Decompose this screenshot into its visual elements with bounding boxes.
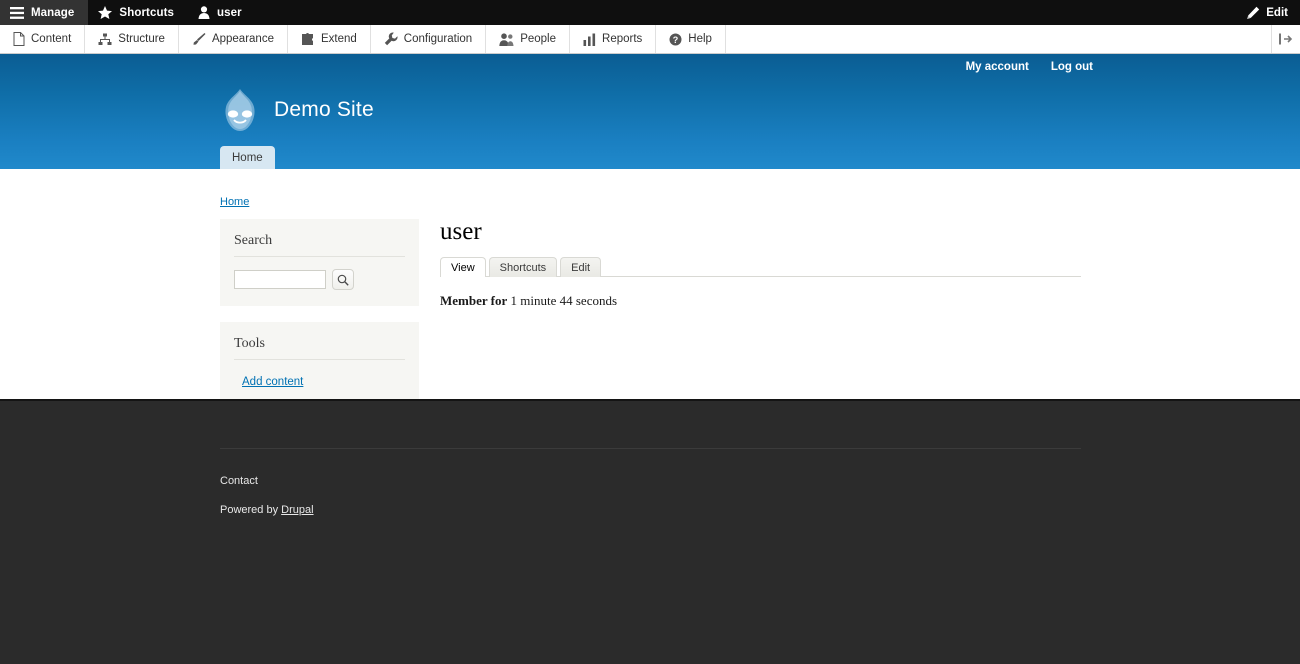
member-for-line: Member for 1 minute 44 seconds [440, 293, 1081, 309]
admin-menu-bar: Content Structure Appearance Ext [0, 25, 1300, 54]
admin-menu-item-structure[interactable]: Structure [85, 25, 179, 53]
admin-menu-item-help-label: Help [688, 33, 712, 45]
site-name: Demo Site [274, 98, 374, 122]
admin-menu-item-people-label: People [520, 33, 556, 45]
block-tools-title: Tools [234, 336, 405, 360]
add-content-link[interactable]: Add content [242, 376, 303, 388]
sidebar-first: Search Tools Add content [220, 219, 419, 422]
admin-menu-item-people[interactable]: People [486, 25, 570, 53]
contact-link[interactable]: Contact [220, 475, 258, 487]
toolbar-tab-manage-label: Manage [31, 7, 74, 19]
tab-shortcuts[interactable]: Shortcuts [489, 257, 557, 277]
puzzle-piece-icon [301, 32, 315, 46]
toolbar-tab-shortcuts[interactable]: Shortcuts [88, 0, 188, 25]
block-search-title: Search [234, 233, 405, 257]
magnifier-icon [337, 274, 349, 286]
site-header: My account Log out Demo Site Home [0, 54, 1300, 169]
toolbar-tab-user-label: user [217, 7, 242, 19]
nav-tab-home-label: Home [232, 152, 263, 164]
account-links: My account Log out [966, 54, 1300, 80]
tab-edit[interactable]: Edit [560, 257, 601, 277]
block-search: Search [220, 219, 419, 306]
footer-content: Contact Powered by Drupal [220, 448, 1081, 516]
bar-chart-icon [583, 33, 596, 46]
search-submit-button[interactable] [332, 269, 354, 290]
main-navigation: Home [220, 146, 275, 169]
member-for-value: 1 minute 44 seconds [511, 293, 618, 308]
nav-tab-home[interactable]: Home [220, 146, 275, 169]
toolbar-spacer [256, 0, 1235, 25]
main-content: user View Shortcuts Edit Member for 1 mi… [440, 219, 1081, 309]
toolbar-tab-manage[interactable]: Manage [0, 0, 88, 25]
log-out-link[interactable]: Log out [1051, 61, 1093, 73]
tab-shortcuts-label: Shortcuts [500, 262, 546, 274]
site-footer: Contact Powered by Drupal [0, 399, 1300, 664]
sitemap-icon [98, 33, 112, 46]
wrench-icon [384, 32, 398, 46]
member-for-label: Member for [440, 293, 507, 308]
admin-menu-item-content[interactable]: Content [0, 25, 85, 53]
search-input[interactable] [234, 270, 326, 289]
toolbar-edit-label: Edit [1266, 7, 1288, 19]
svg-text:?: ? [673, 35, 679, 45]
paintbrush-icon [192, 32, 206, 46]
breadcrumb: Home [220, 196, 249, 208]
search-form [234, 269, 405, 290]
powered-by-prefix: Powered by [220, 504, 278, 516]
pencil-icon [1246, 6, 1260, 20]
question-mark-icon: ? [669, 33, 682, 46]
admin-menu-item-appearance[interactable]: Appearance [179, 25, 288, 53]
site-branding[interactable]: Demo Site [220, 87, 374, 133]
my-account-link[interactable]: My account [966, 61, 1029, 73]
content-tabs: View Shortcuts Edit [440, 256, 1081, 277]
people-icon [499, 33, 514, 46]
breadcrumb-item-home[interactable]: Home [220, 196, 249, 208]
admin-menu-item-structure-label: Structure [118, 33, 165, 45]
admin-menu-item-content-label: Content [31, 33, 71, 45]
page-title: user [440, 219, 1081, 244]
toolbar-orientation-icon[interactable] [1272, 25, 1300, 53]
toolbar-tab-shortcuts-label: Shortcuts [119, 7, 174, 19]
tab-edit-label: Edit [571, 262, 590, 274]
star-icon [98, 6, 112, 19]
block-tools: Tools Add content [220, 322, 419, 406]
admin-menu-item-appearance-label: Appearance [212, 33, 274, 45]
person-icon [198, 6, 210, 19]
tab-view[interactable]: View [440, 257, 486, 277]
drupal-droplet-logo [220, 87, 260, 133]
admin-menu-item-reports-label: Reports [602, 33, 642, 45]
admin-menu-item-reports[interactable]: Reports [570, 25, 656, 53]
toolbar-tab-user[interactable]: user [188, 0, 256, 25]
page-body: Home Search Tools [0, 169, 1300, 399]
hamburger-menu-icon [10, 7, 24, 19]
footer-contact: Contact [220, 471, 1081, 489]
admin-menu-item-help[interactable]: ? Help [656, 25, 726, 53]
powered-by: Powered by Drupal [220, 504, 1081, 516]
admin-menu-item-configuration[interactable]: Configuration [371, 25, 486, 53]
admin-menu-spacer [726, 25, 1272, 53]
tools-list: Add content [234, 372, 405, 390]
drupal-link[interactable]: Drupal [281, 504, 313, 516]
toolbar-edit-button[interactable]: Edit [1234, 0, 1300, 25]
admin-menu-item-extend-label: Extend [321, 33, 357, 45]
tab-view-label: View [451, 262, 475, 274]
admin-menu-item-configuration-label: Configuration [404, 33, 472, 45]
admin-toolbar: Manage Shortcuts user Edit [0, 0, 1300, 25]
admin-menu-item-extend[interactable]: Extend [288, 25, 371, 53]
list-item: Add content [242, 372, 405, 390]
file-icon [13, 32, 25, 46]
